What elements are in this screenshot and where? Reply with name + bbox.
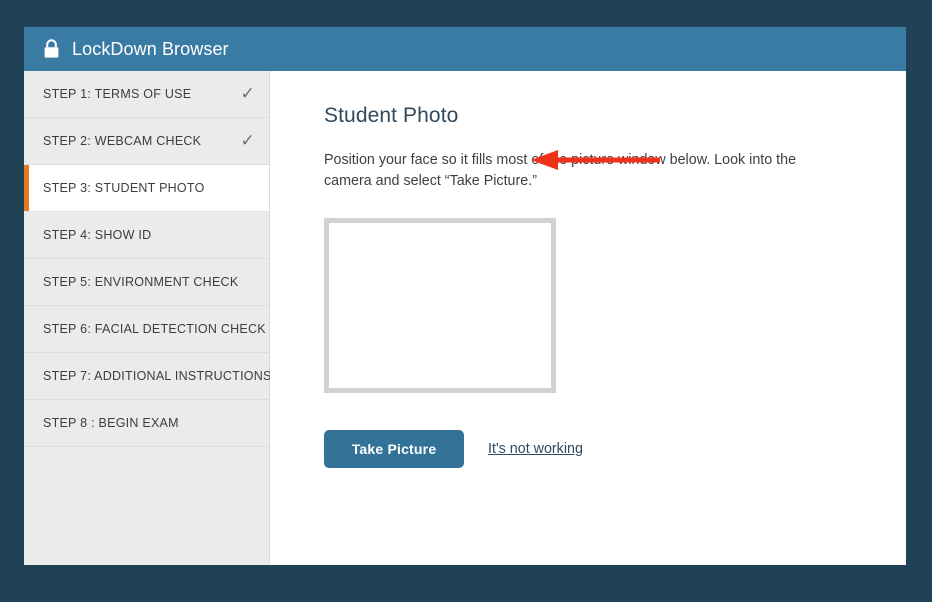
- lock-icon: [43, 39, 60, 59]
- step-label: STEP 2: WEBCAM CHECK: [43, 134, 202, 148]
- sidebar-item-step-1[interactable]: STEP 1: TERMS OF USE ✓: [24, 71, 269, 118]
- action-row: Take Picture It's not working: [324, 430, 906, 468]
- step-label: STEP 8 : BEGIN EXAM: [43, 416, 179, 430]
- sidebar-empty-area: [24, 447, 269, 565]
- step-label: STEP 4: SHOW ID: [43, 228, 152, 242]
- photo-preview-window[interactable]: [324, 218, 556, 393]
- check-icon: ✓: [240, 130, 255, 151]
- sidebar-item-step-8[interactable]: STEP 8 : BEGIN EXAM: [24, 400, 269, 447]
- sidebar-item-step-6[interactable]: STEP 6: FACIAL DETECTION CHECK: [24, 306, 269, 353]
- step-label: STEP 6: FACIAL DETECTION CHECK: [43, 322, 266, 336]
- sidebar-item-step-5[interactable]: STEP 5: ENVIRONMENT CHECK: [24, 259, 269, 306]
- sidebar-item-step-4[interactable]: STEP 4: SHOW ID: [24, 212, 269, 259]
- app-title: LockDown Browser: [72, 38, 229, 59]
- instructions-text: Position your face so it fills most of t…: [324, 152, 797, 189]
- title-bar: LockDown Browser: [24, 27, 906, 71]
- page-title: Student Photo: [324, 104, 459, 127]
- app-body: STEP 1: TERMS OF USE ✓ STEP 2: WEBCAM CH…: [24, 71, 906, 565]
- step-label: STEP 7: ADDITIONAL INSTRUCTIONS: [43, 369, 272, 383]
- step-label: STEP 1: TERMS OF USE: [43, 87, 192, 101]
- its-not-working-link[interactable]: It's not working: [488, 441, 583, 457]
- sidebar-item-step-2[interactable]: STEP 2: WEBCAM CHECK ✓: [24, 118, 269, 165]
- step-label: STEP 3: STUDENT PHOTO: [43, 181, 205, 195]
- check-icon: ✓: [240, 83, 255, 104]
- steps-sidebar: STEP 1: TERMS OF USE ✓ STEP 2: WEBCAM CH…: [24, 71, 272, 565]
- take-picture-button[interactable]: Take Picture: [324, 430, 464, 468]
- lockdown-browser-window: LockDown Browser STEP 1: TERMS OF USE ✓ …: [24, 27, 906, 565]
- sidebar-item-step-7[interactable]: STEP 7: ADDITIONAL INSTRUCTIONS: [24, 353, 272, 400]
- step-label: STEP 5: ENVIRONMENT CHECK: [43, 275, 239, 289]
- sidebar-item-step-3[interactable]: STEP 3: STUDENT PHOTO: [24, 165, 269, 212]
- main-content: Student Photo Position your face so it f…: [270, 71, 906, 565]
